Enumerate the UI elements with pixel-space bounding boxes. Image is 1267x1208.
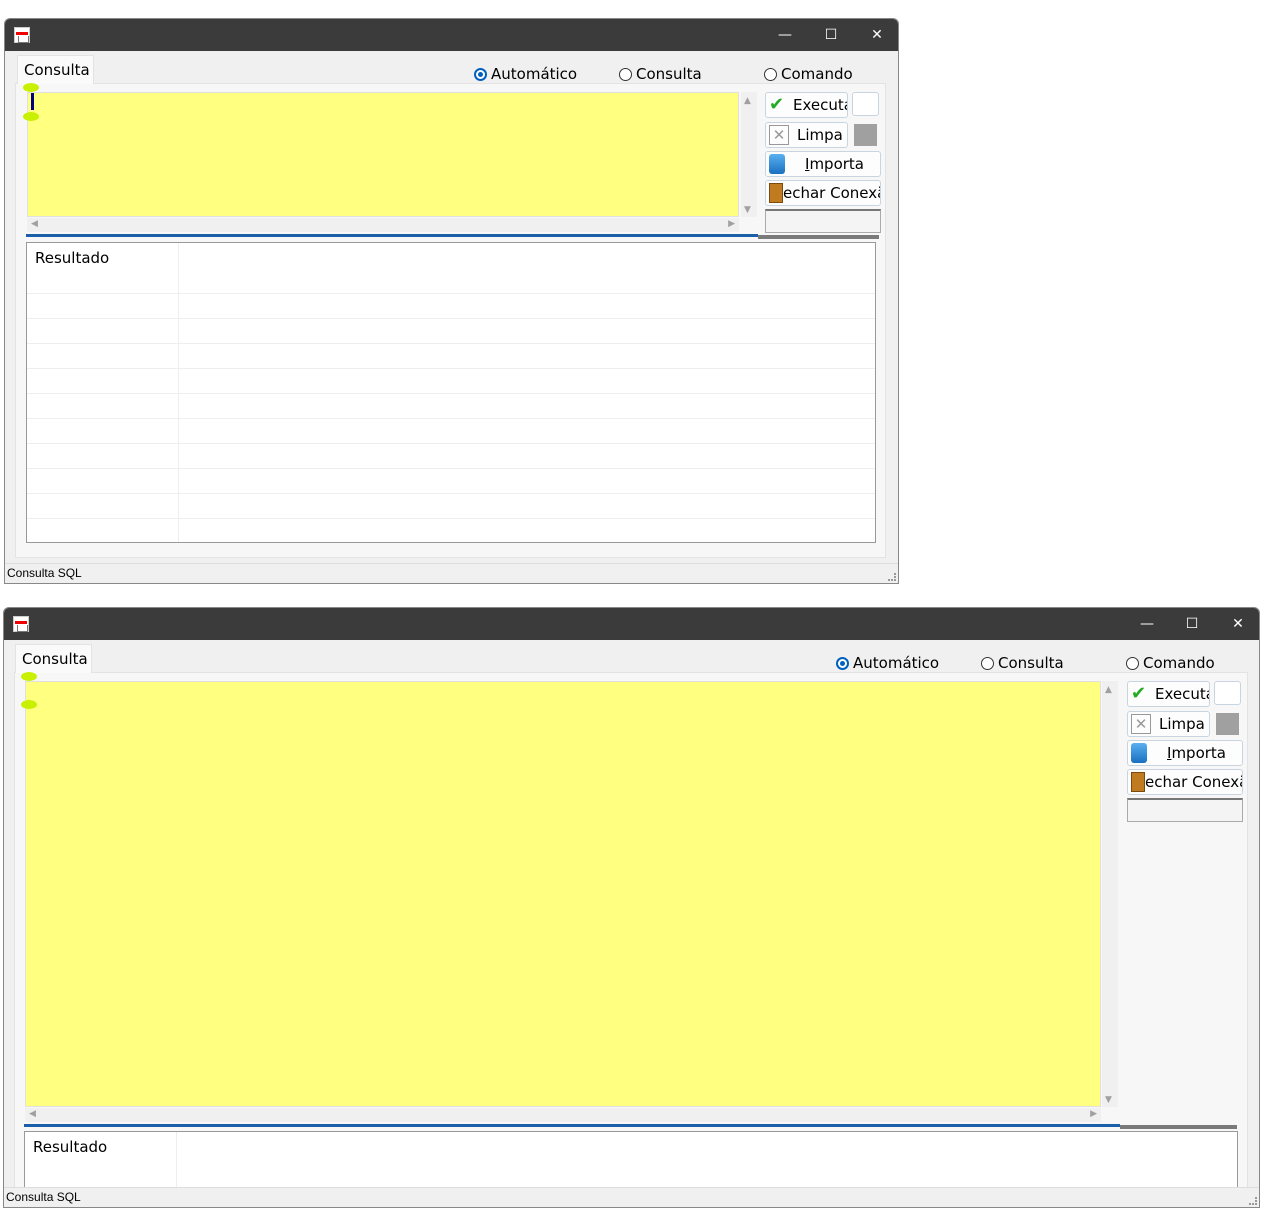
app-icon xyxy=(14,27,30,43)
minimize-button[interactable]: — xyxy=(1124,608,1170,640)
title-bar[interactable]: — ☐ ✕ xyxy=(4,608,1259,640)
radio-icon xyxy=(1126,656,1139,670)
color-box[interactable] xyxy=(1214,681,1241,705)
radio-label: Comando xyxy=(781,65,853,83)
importa-button[interactable]: Importa xyxy=(1127,740,1243,766)
button-label: Limpa xyxy=(1159,715,1205,733)
button-label: echar Conexã xyxy=(783,184,881,202)
radio-automatico[interactable]: Automático xyxy=(474,65,577,83)
app-icon xyxy=(13,616,29,632)
marker-icon xyxy=(23,83,39,92)
text-caret xyxy=(31,93,34,110)
radio-icon xyxy=(764,67,777,81)
horizontal-scrollbar[interactable]: ◀ ▶ xyxy=(27,218,739,232)
limpa-button[interactable]: ✕ Limpa xyxy=(1127,711,1210,737)
result-grid[interactable]: Resultado xyxy=(26,242,876,543)
door-exit-icon xyxy=(1131,772,1145,792)
radio-label: Automático xyxy=(491,65,578,83)
vertical-scrollbar[interactable]: ▲ ▼ xyxy=(741,92,757,217)
marker-icon xyxy=(23,112,39,121)
radio-comando[interactable]: Comando xyxy=(1126,654,1215,672)
executa-button[interactable]: ✔ Executa xyxy=(765,92,848,118)
horizontal-scrollbar[interactable]: ◀ ▶ xyxy=(25,1108,1101,1122)
button-label: Importa xyxy=(805,155,864,173)
clear-icon: ✕ xyxy=(1131,714,1151,734)
title-bar[interactable]: — ☐ ✕ xyxy=(5,19,898,51)
resize-grip[interactable] xyxy=(1249,1197,1257,1205)
maximize-button[interactable]: ☐ xyxy=(808,19,854,51)
splitter[interactable] xyxy=(26,234,758,237)
radio-icon xyxy=(619,67,632,81)
fechar-conexao-button[interactable]: echar Conexã xyxy=(765,180,881,206)
radio-comando[interactable]: Comando xyxy=(764,65,853,83)
checkmark-icon: ✔ xyxy=(769,94,785,115)
splitter[interactable] xyxy=(24,1124,1120,1127)
gray-indicator xyxy=(854,124,877,146)
radio-label: Comando xyxy=(1143,654,1215,672)
status-bar: Consulta SQL xyxy=(4,1187,1259,1207)
tab-consulta[interactable]: Consulta xyxy=(17,55,94,84)
marker-icon xyxy=(21,672,37,681)
radio-consulta[interactable]: Consulta xyxy=(981,654,1064,672)
close-button[interactable]: ✕ xyxy=(854,19,898,51)
button-label: echar Conexã xyxy=(1145,773,1243,791)
result-header: Resultado xyxy=(35,249,110,267)
clear-icon: ✕ xyxy=(769,125,789,145)
importa-button[interactable]: Importa xyxy=(765,151,881,177)
button-label: Executa xyxy=(1155,685,1210,703)
divider xyxy=(758,235,879,239)
executa-button[interactable]: ✔ Executa xyxy=(1127,681,1210,707)
text-field[interactable] xyxy=(765,209,881,233)
maximize-button[interactable]: ☐ xyxy=(1169,608,1215,640)
vertical-scrollbar[interactable]: ▲ ▼ xyxy=(1102,681,1118,1107)
radio-icon xyxy=(474,67,487,81)
radio-icon xyxy=(836,656,849,670)
radio-label: Consulta xyxy=(998,654,1064,672)
radio-automatico[interactable]: Automático xyxy=(836,654,939,672)
sql-window-1: — ☐ ✕ Consulta Automático Consulta Coman… xyxy=(4,18,899,584)
status-text: Consulta SQL xyxy=(6,1190,81,1204)
status-text: Consulta SQL xyxy=(7,566,82,580)
fechar-conexao-button[interactable]: echar Conexã xyxy=(1127,769,1243,795)
door-exit-icon xyxy=(769,183,783,203)
radio-label: Consulta xyxy=(636,65,702,83)
checkmark-icon: ✔ xyxy=(1131,683,1147,704)
radio-icon xyxy=(981,656,994,670)
button-label: Limpa xyxy=(797,126,843,144)
sql-window-2: — ☐ ✕ Consulta Automático Consulta Coman… xyxy=(3,607,1260,1208)
close-button[interactable]: ✕ xyxy=(1215,608,1259,640)
radio-label: Automático xyxy=(853,654,940,672)
database-icon xyxy=(769,154,785,174)
gray-indicator xyxy=(1216,713,1239,735)
marker-icon xyxy=(21,700,37,709)
text-field[interactable] xyxy=(1127,798,1243,822)
sql-editor[interactable] xyxy=(25,681,1101,1107)
limpa-button[interactable]: ✕ Limpa xyxy=(765,122,848,148)
resize-grip[interactable] xyxy=(888,573,896,581)
sql-editor[interactable] xyxy=(27,92,739,217)
color-box[interactable] xyxy=(852,92,879,116)
tab-consulta[interactable]: Consulta xyxy=(15,644,92,673)
database-icon xyxy=(1131,743,1147,763)
button-label: Importa xyxy=(1167,744,1226,762)
divider xyxy=(1120,1125,1237,1129)
radio-consulta[interactable]: Consulta xyxy=(619,65,702,83)
button-label: Executa xyxy=(793,96,848,114)
status-bar: Consulta SQL xyxy=(5,563,898,583)
minimize-button[interactable]: — xyxy=(762,19,808,51)
result-header: Resultado xyxy=(33,1138,108,1156)
